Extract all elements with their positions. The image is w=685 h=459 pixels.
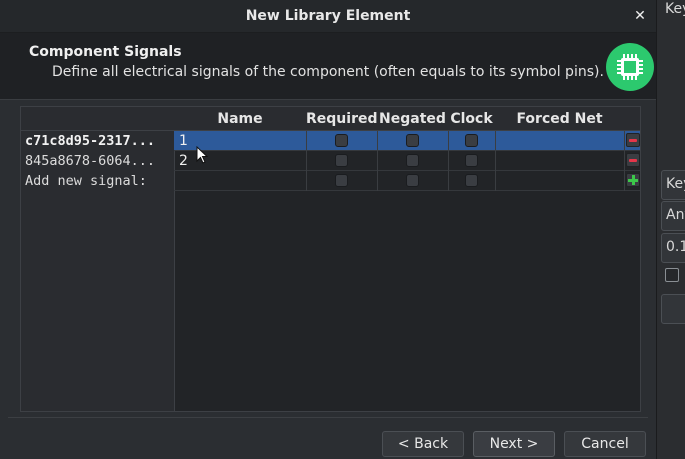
column-divider bbox=[377, 171, 378, 191]
minus-icon bbox=[629, 159, 637, 162]
background-label: Key bbox=[665, 1, 685, 17]
dialog-title: New Library Element bbox=[245, 8, 411, 24]
table-row[interactable]: 845a8678-6064... 2 bbox=[21, 151, 640, 171]
required-checkbox[interactable] bbox=[335, 174, 348, 187]
column-divider bbox=[624, 131, 625, 151]
row-header[interactable]: c71c8d95-2317... bbox=[25, 131, 173, 151]
column-divider bbox=[495, 131, 496, 151]
clock-checkbox[interactable] bbox=[465, 134, 478, 147]
page-subtitle: Define all electrical signals of the com… bbox=[52, 64, 604, 80]
signal-name-cell[interactable]: 2 bbox=[179, 151, 188, 171]
negated-checkbox[interactable] bbox=[406, 154, 419, 167]
close-icon[interactable]: ✕ bbox=[630, 6, 650, 26]
table-row[interactable]: c71c8d95-2317... 1 bbox=[21, 131, 640, 151]
back-button[interactable]: < Back bbox=[382, 431, 464, 457]
column-divider bbox=[448, 171, 449, 191]
column-header-clock[interactable]: Clock bbox=[448, 107, 496, 131]
next-button[interactable]: Next > bbox=[473, 431, 555, 457]
page-title: Component Signals bbox=[29, 44, 182, 60]
new-library-element-dialog: New Library Element ✕ Component Signals … bbox=[0, 0, 657, 459]
column-header-negated[interactable]: Negated bbox=[377, 107, 449, 131]
corner-header[interactable] bbox=[21, 107, 175, 131]
negated-checkbox[interactable] bbox=[406, 134, 419, 147]
background-checkbox[interactable] bbox=[665, 268, 679, 282]
background-field[interactable]: 0.1 bbox=[661, 233, 685, 263]
background-field[interactable]: Key bbox=[661, 170, 685, 200]
column-divider bbox=[306, 131, 307, 151]
row-header: Add new signal: bbox=[25, 173, 147, 189]
background-window: Key Key Ant 0.1 bbox=[655, 0, 685, 459]
remove-signal-button[interactable] bbox=[626, 153, 640, 167]
required-checkbox[interactable] bbox=[335, 134, 348, 147]
remove-signal-button[interactable] bbox=[626, 133, 640, 147]
column-header-name[interactable]: Name bbox=[174, 107, 307, 131]
column-header-actions bbox=[624, 107, 640, 131]
mouse-pointer-icon bbox=[196, 146, 209, 164]
negated-checkbox[interactable] bbox=[406, 174, 419, 187]
row-header[interactable]: 845a8678-6064... bbox=[25, 151, 173, 171]
row-cells: 1 bbox=[174, 131, 640, 151]
signals-table: Name Required Negated Clock Forced Net c… bbox=[20, 106, 641, 412]
clock-checkbox[interactable] bbox=[465, 174, 478, 187]
column-divider bbox=[377, 151, 378, 171]
column-divider bbox=[448, 131, 449, 151]
clock-checkbox[interactable] bbox=[465, 154, 478, 167]
background-label: Ant bbox=[666, 207, 685, 223]
column-divider bbox=[306, 151, 307, 171]
column-divider bbox=[624, 151, 625, 171]
background-label: 0.1 bbox=[666, 239, 685, 255]
column-divider bbox=[448, 151, 449, 171]
title-bar[interactable]: New Library Element ✕ bbox=[0, 0, 656, 33]
minus-icon bbox=[629, 139, 637, 142]
plus-icon bbox=[632, 175, 635, 185]
required-checkbox[interactable] bbox=[335, 154, 348, 167]
add-signal-button[interactable] bbox=[626, 173, 640, 187]
column-header-forced-net[interactable]: Forced Net bbox=[495, 107, 625, 131]
signal-name-cell[interactable]: 1 bbox=[179, 131, 188, 151]
row-cells: 2 bbox=[174, 151, 640, 171]
column-divider bbox=[377, 131, 378, 151]
column-divider bbox=[495, 171, 496, 191]
table-row[interactable]: Add new signal: bbox=[21, 171, 640, 191]
column-header-required[interactable]: Required bbox=[306, 107, 378, 131]
background-field[interactable] bbox=[661, 294, 685, 324]
column-divider bbox=[306, 171, 307, 191]
cancel-button[interactable]: Cancel bbox=[564, 431, 646, 457]
footer-divider bbox=[8, 417, 648, 418]
wizard-header: Component Signals Define all electrical … bbox=[0, 33, 656, 100]
column-divider bbox=[495, 151, 496, 171]
chip-icon-graphic bbox=[617, 54, 643, 80]
chip-icon bbox=[606, 43, 654, 91]
row-cells bbox=[174, 171, 640, 191]
background-label: Key bbox=[666, 176, 685, 192]
background-field[interactable]: Ant bbox=[661, 201, 685, 231]
column-divider bbox=[624, 171, 625, 191]
